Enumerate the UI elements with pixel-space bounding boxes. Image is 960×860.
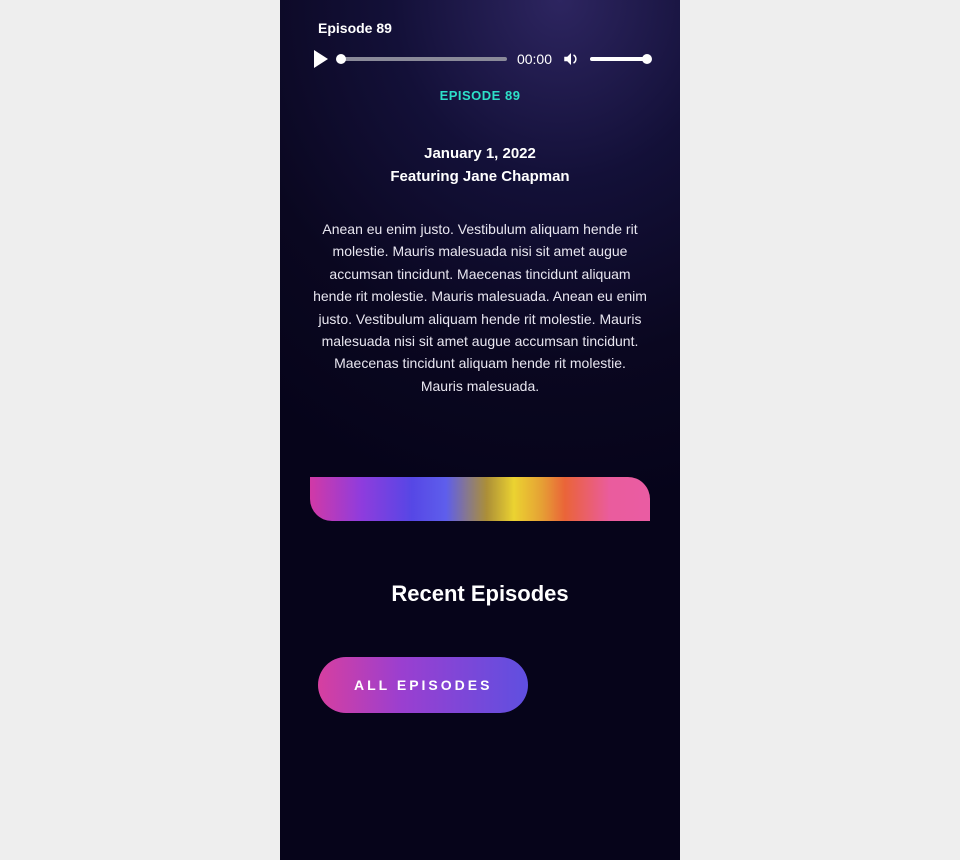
player-title: Episode 89 [318,20,650,36]
podcast-panel: Episode 89 00:00 EPISODE 89 January 1, 2… [280,0,680,860]
play-icon[interactable] [314,50,328,68]
volume-icon[interactable] [562,50,580,68]
episode-featuring: Featuring Jane Chapman [310,166,650,189]
gradient-divider [310,477,650,521]
episode-description: Anean eu enim justo. Vestibulum aliquam … [310,218,650,397]
recent-episodes-heading: Recent Episodes [310,581,650,607]
progress-slider[interactable] [338,57,507,61]
all-episodes-button[interactable]: ALL EPISODES [318,657,528,713]
progress-thumb[interactable] [336,54,346,64]
volume-slider[interactable] [590,57,650,61]
episode-number-label: EPISODE 89 [310,88,650,103]
elapsed-time: 00:00 [517,51,552,67]
audio-player: 00:00 [310,50,650,68]
episode-date: January 1, 2022 [310,143,650,166]
volume-thumb[interactable] [642,54,652,64]
episode-meta: January 1, 2022 Featuring Jane Chapman [310,143,650,188]
